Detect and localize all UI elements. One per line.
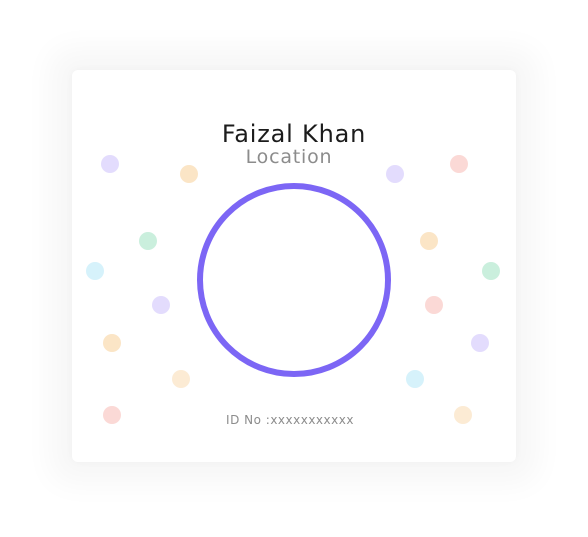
decor-dot — [152, 296, 170, 314]
decor-dot — [450, 155, 468, 173]
decor-dot — [420, 232, 438, 250]
decor-dot — [139, 232, 157, 250]
decor-dot — [471, 334, 489, 352]
decor-dot — [180, 165, 198, 183]
decor-dot — [386, 165, 404, 183]
id-number: ID No :xxxxxxxxxxx — [226, 413, 354, 427]
decor-dot — [406, 370, 424, 388]
decor-dot — [86, 262, 104, 280]
decor-dot — [454, 406, 472, 424]
decor-dot — [172, 370, 190, 388]
decor-dot — [103, 406, 121, 424]
decor-dot — [101, 155, 119, 173]
avatar-ring[interactable] — [197, 183, 391, 377]
decor-dot — [482, 262, 500, 280]
profile-location: Location — [245, 146, 333, 168]
decor-dot — [425, 296, 443, 314]
profile-stage: Faizal Khan Location ID No :xxxxxxxxxxx — [0, 0, 588, 537]
decor-dot — [103, 334, 121, 352]
